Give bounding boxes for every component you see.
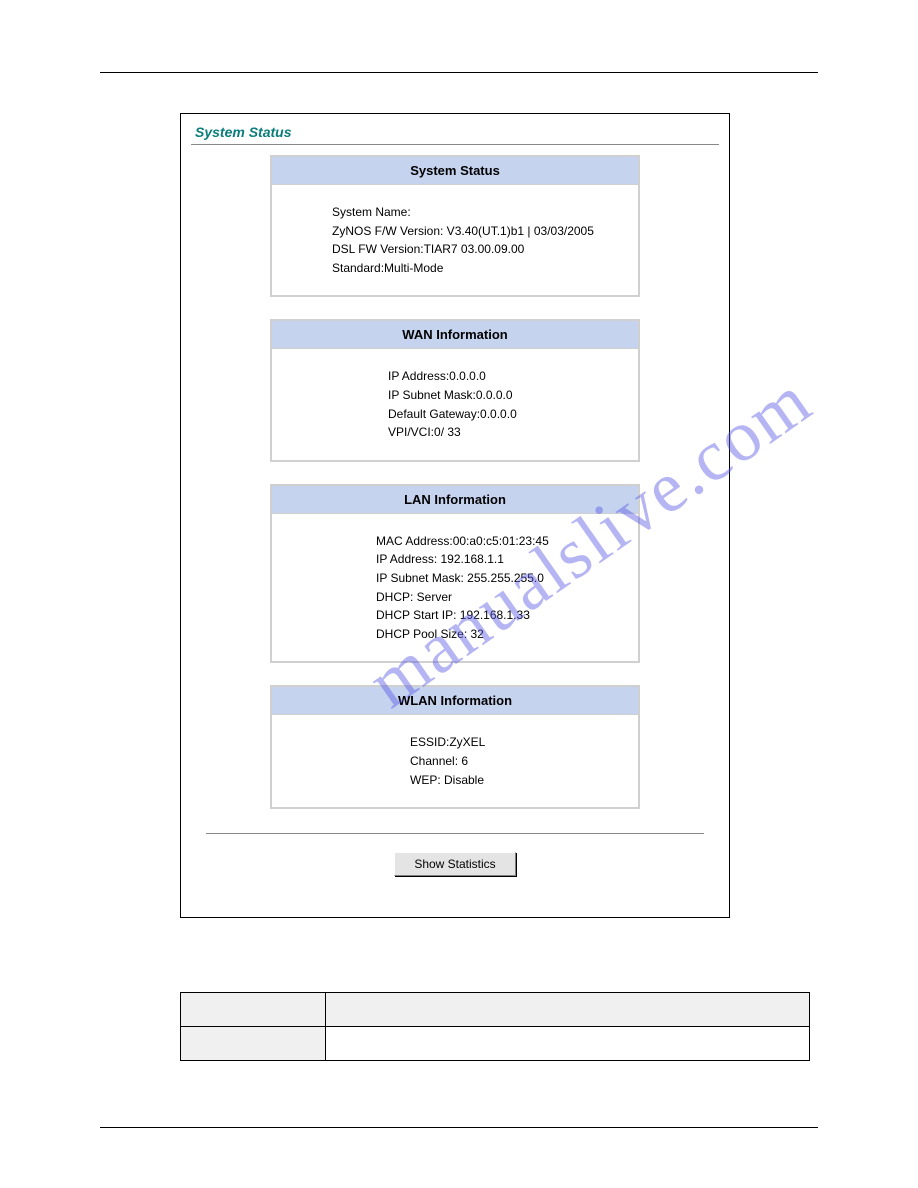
show-statistics-button[interactable]: Show Statistics: [394, 852, 516, 876]
system-status-header: System Status: [272, 157, 638, 185]
wlan-info-box: WLAN Information ESSID:ZyXEL Channel: 6 …: [270, 685, 640, 809]
wan-info-header: WAN Information: [272, 321, 638, 349]
wlan-line: WEP: Disable: [410, 771, 628, 790]
lan-line: DHCP Pool Size: 32: [376, 625, 628, 644]
wan-info-body: IP Address:0.0.0.0 IP Subnet Mask:0.0.0.…: [272, 349, 638, 459]
lan-line: DHCP: Server: [376, 588, 628, 607]
lan-info-box: LAN Information MAC Address:00:a0:c5:01:…: [270, 484, 640, 664]
table-cell: [326, 993, 810, 1027]
lan-line: IP Subnet Mask: 255.255.255.0: [376, 569, 628, 588]
system-line: Standard:Multi-Mode: [332, 259, 628, 278]
lan-info-header: LAN Information: [272, 486, 638, 514]
table-cell: [181, 993, 326, 1027]
wan-info-box: WAN Information IP Address:0.0.0.0 IP Su…: [270, 319, 640, 461]
table-cell: [326, 1027, 810, 1061]
description-table: [180, 992, 810, 1061]
page-rule-bottom: [100, 1127, 818, 1128]
wan-line: IP Subnet Mask:0.0.0.0: [388, 386, 628, 405]
lan-line: DHCP Start IP: 192.168.1.33: [376, 606, 628, 625]
lan-line: IP Address: 192.168.1.1: [376, 550, 628, 569]
wlan-info-header: WLAN Information: [272, 687, 638, 715]
system-status-panel: System Status System Status System Name:…: [180, 113, 730, 918]
wlan-line: Channel: 6: [410, 752, 628, 771]
wan-line: VPI/VCI:0/ 33: [388, 423, 628, 442]
wan-line: IP Address:0.0.0.0: [388, 367, 628, 386]
bottom-rule: [206, 833, 704, 834]
lan-line: MAC Address:00:a0:c5:01:23:45: [376, 532, 628, 551]
system-status-box: System Status System Name: ZyNOS F/W Ver…: [270, 155, 640, 297]
table-row: [181, 1027, 810, 1061]
system-line: ZyNOS F/W Version: V3.40(UT.1)b1 | 03/03…: [332, 222, 628, 241]
panel-title-rule: [191, 144, 719, 145]
system-line: DSL FW Version:TIAR7 03.00.09.00: [332, 240, 628, 259]
lan-info-body: MAC Address:00:a0:c5:01:23:45 IP Address…: [272, 514, 638, 662]
system-status-body: System Name: ZyNOS F/W Version: V3.40(UT…: [272, 185, 638, 295]
panel-title: System Status: [191, 122, 719, 144]
page-rule-top: [100, 72, 818, 73]
table-row: [181, 993, 810, 1027]
wlan-info-body: ESSID:ZyXEL Channel: 6 WEP: Disable: [272, 715, 638, 807]
wan-line: Default Gateway:0.0.0.0: [388, 405, 628, 424]
table-cell: [181, 1027, 326, 1061]
wlan-line: ESSID:ZyXEL: [410, 733, 628, 752]
system-line: System Name:: [332, 203, 628, 222]
